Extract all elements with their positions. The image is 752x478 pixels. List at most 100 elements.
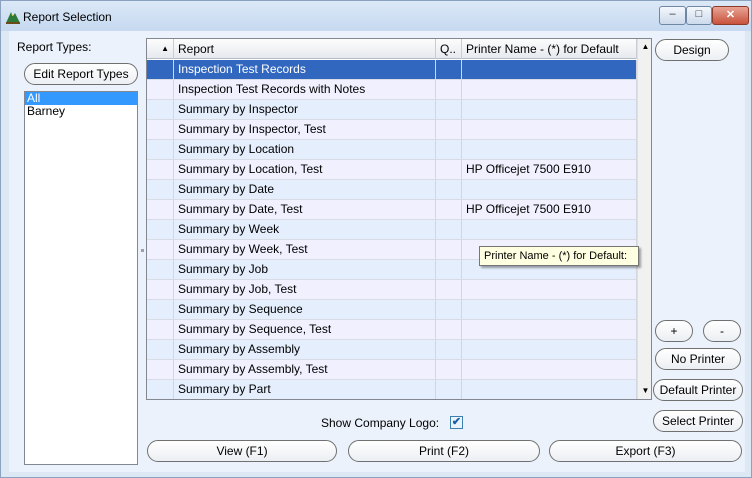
printer-name-cell: HP Officejet 7500 E910 [462, 200, 637, 219]
printer-column-tooltip: Printer Name - (*) for Default: [479, 246, 639, 266]
row-indicator [147, 300, 174, 319]
window-title: Report Selection [23, 10, 112, 24]
close-icon: ✕ [725, 9, 736, 21]
printer-name-cell [462, 280, 637, 299]
table-row[interactable]: Summary by Date [147, 180, 637, 200]
table-row[interactable]: Summary by Location [147, 140, 637, 160]
row-indicator [147, 160, 174, 179]
q-cell [436, 160, 462, 179]
minimize-button[interactable]: – [659, 6, 686, 25]
edit-report-types-button[interactable]: Edit Report Types [24, 63, 138, 85]
q-cell [436, 320, 462, 339]
report-name-cell: Summary by Job [174, 260, 436, 279]
select-printer-button[interactable]: Select Printer [653, 410, 743, 432]
printer-name-cell [462, 60, 637, 79]
show-company-logo-checkbox[interactable]: ✔ [450, 416, 463, 429]
grid-header: ▲ Report Q.. Printer Name - (*) for Defa… [147, 39, 637, 59]
report-types-list[interactable]: All Barney [24, 91, 138, 465]
table-row[interactable]: Summary by Location, Test HP Officejet 75… [147, 160, 637, 180]
table-row[interactable]: Summary by Part [147, 380, 637, 399]
q-cell [436, 140, 462, 159]
row-indicator [147, 260, 174, 279]
show-company-logo-label: Show Company Logo: [321, 416, 440, 430]
column-header-printer[interactable]: Printer Name - (*) for Default [462, 39, 637, 59]
row-indicator [147, 340, 174, 359]
printer-name-cell [462, 220, 637, 239]
row-indicator [147, 100, 174, 119]
table-row[interactable]: Summary by Assembly, Test [147, 360, 637, 380]
row-indicator [147, 120, 174, 139]
table-row[interactable]: Inspection Test Records with Notes [147, 80, 637, 100]
title-bar[interactable]: Report Selection – □ ✕ [1, 1, 751, 31]
grid-vertical-scrollbar[interactable]: ▲ ▼ [637, 39, 651, 399]
report-name-cell: Summary by Week [174, 220, 436, 239]
remove-button[interactable]: - [703, 320, 741, 342]
q-cell [436, 80, 462, 99]
no-printer-button[interactable]: No Printer [655, 348, 741, 370]
row-indicator [147, 200, 174, 219]
printer-name-cell [462, 100, 637, 119]
maximize-icon: □ [695, 8, 703, 20]
report-name-cell: Summary by Assembly, Test [174, 360, 436, 379]
table-row[interactable]: Summary by Sequence [147, 300, 637, 320]
add-button[interactable]: + [655, 320, 693, 342]
printer-name-cell: HP Officejet 7500 E910 [462, 160, 637, 179]
table-row[interactable]: Inspection Test Records [147, 60, 637, 80]
report-name-cell: Summary by Inspector, Test [174, 120, 436, 139]
printer-name-cell [462, 120, 637, 139]
row-indicator [147, 140, 174, 159]
print-button[interactable]: Print (F2) [348, 440, 540, 462]
report-name-cell: Summary by Date, Test [174, 200, 436, 219]
row-indicator [147, 320, 174, 339]
column-header-report[interactable]: Report [174, 39, 436, 59]
sort-indicator-icon[interactable]: ▲ [147, 39, 174, 59]
report-name-cell: Summary by Assembly [174, 340, 436, 359]
table-row[interactable]: Summary by Job, Test [147, 280, 637, 300]
q-cell [436, 380, 462, 399]
report-name-cell: Inspection Test Records [174, 60, 436, 79]
table-row[interactable]: Summary by Inspector, Test [147, 120, 637, 140]
q-cell [436, 60, 462, 79]
scroll-down-icon[interactable]: ▼ [638, 383, 651, 399]
report-name-cell: Summary by Sequence [174, 300, 436, 319]
table-row[interactable]: Summary by Assembly [147, 340, 637, 360]
report-selection-window: Report Selection – □ ✕ Report Types: Edi… [0, 0, 752, 478]
q-cell [436, 360, 462, 379]
q-cell [436, 220, 462, 239]
reports-grid[interactable]: ▲ Report Q.. Printer Name - (*) for Defa… [146, 38, 652, 400]
printer-name-cell [462, 80, 637, 99]
maximize-button[interactable]: □ [686, 6, 712, 25]
scroll-up-icon[interactable]: ▲ [638, 39, 651, 55]
view-button[interactable]: View (F1) [147, 440, 337, 462]
printer-name-cell [462, 180, 637, 199]
app-icon [6, 12, 20, 24]
close-button[interactable]: ✕ [712, 6, 749, 25]
table-row[interactable]: Summary by Inspector [147, 100, 637, 120]
row-indicator [147, 80, 174, 99]
report-name-cell: Summary by Location, Test [174, 160, 436, 179]
export-button[interactable]: Export (F3) [549, 440, 742, 462]
row-indicator [147, 220, 174, 239]
q-cell [436, 180, 462, 199]
column-header-q[interactable]: Q.. [436, 39, 462, 59]
report-types-label: Report Types: [17, 40, 92, 54]
design-button[interactable]: Design [655, 39, 729, 61]
table-row[interactable]: Summary by Sequence, Test [147, 320, 637, 340]
row-indicator [147, 180, 174, 199]
report-name-cell: Summary by Part [174, 380, 436, 399]
report-name-cell: Summary by Job, Test [174, 280, 436, 299]
report-type-item-barney[interactable]: Barney [25, 105, 137, 118]
row-indicator [147, 380, 174, 399]
default-printer-button[interactable]: Default Printer [653, 379, 743, 401]
table-row[interactable]: Summary by Date, Test HP Officejet 7500 E… [147, 200, 637, 220]
table-row[interactable]: Summary by Week [147, 220, 637, 240]
printer-name-cell [462, 140, 637, 159]
splitter-handle[interactable] [141, 249, 144, 252]
printer-name-cell [462, 320, 637, 339]
q-cell [436, 280, 462, 299]
report-name-cell: Summary by Week, Test [174, 240, 436, 259]
grid-rows: Inspection Test Records Inspection Test R… [147, 60, 637, 399]
report-name-cell: Summary by Location [174, 140, 436, 159]
printer-name-cell [462, 340, 637, 359]
printer-name-cell [462, 300, 637, 319]
